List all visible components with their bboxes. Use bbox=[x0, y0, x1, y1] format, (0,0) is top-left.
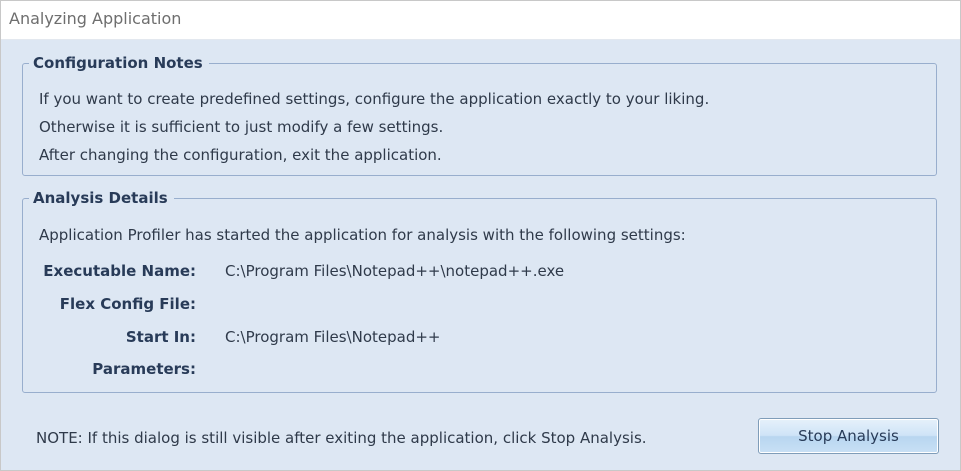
analysis-details-group: Analysis Details Application Profiler ha… bbox=[22, 188, 937, 393]
config-note-line-1: If you want to create predefined setting… bbox=[39, 90, 710, 108]
start-in-value: C:\Program Files\Notepad++ bbox=[225, 328, 441, 346]
stop-analysis-button[interactable]: Stop Analysis bbox=[758, 418, 939, 454]
parameters-label: Parameters: bbox=[92, 360, 196, 378]
window-title: Analyzing Application bbox=[9, 9, 182, 28]
flex-config-file-label: Flex Config File: bbox=[59, 295, 196, 313]
executable-name-value: C:\Program Files\Notepad++\notepad++.exe bbox=[225, 262, 565, 280]
footer-note: NOTE: If this dialog is still visible af… bbox=[36, 429, 647, 447]
configuration-notes-heading: Configuration Notes bbox=[29, 53, 209, 73]
configuration-notes-group: Configuration Notes If you want to creat… bbox=[22, 53, 937, 176]
start-in-label: Start In: bbox=[125, 328, 196, 346]
title-bar: Analyzing Application bbox=[1, 1, 960, 40]
analyzing-application-dialog: Analyzing Application Configuration Note… bbox=[0, 0, 961, 471]
config-note-line-3: After changing the configuration, exit t… bbox=[39, 146, 442, 164]
executable-name-label: Executable Name: bbox=[43, 262, 196, 280]
config-note-line-2: Otherwise it is sufficient to just modif… bbox=[39, 118, 444, 136]
analysis-intro-text: Application Profiler has started the app… bbox=[39, 226, 686, 244]
analysis-details-heading: Analysis Details bbox=[29, 188, 174, 208]
